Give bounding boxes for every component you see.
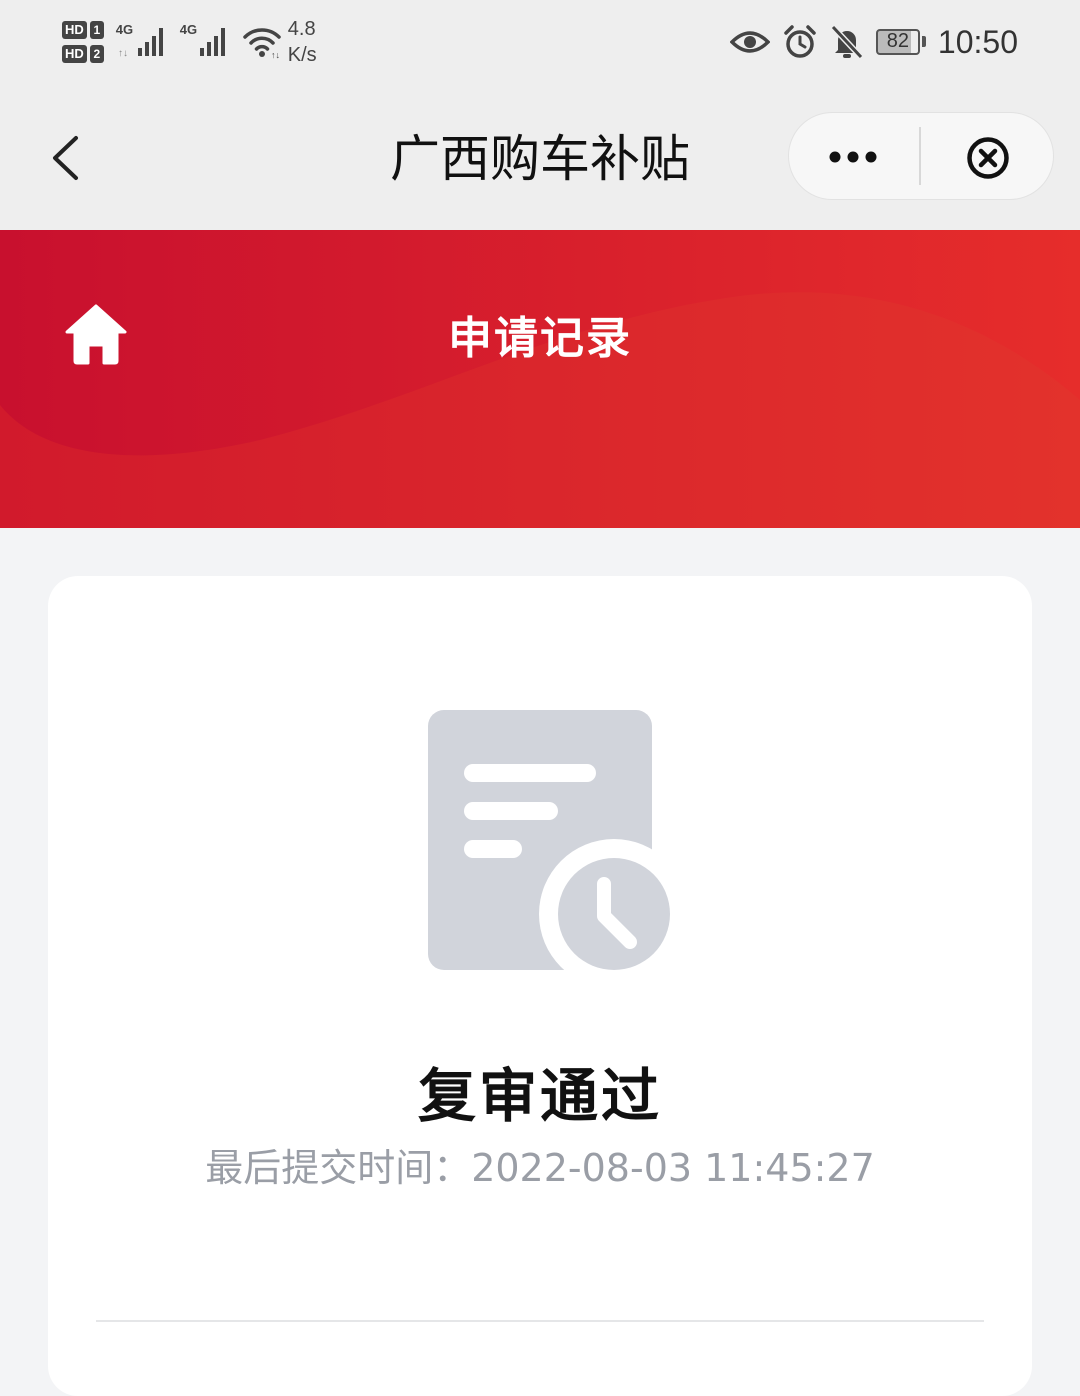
wifi-icon: ↑↓ xyxy=(243,28,281,59)
signal-2: 4G xyxy=(180,22,232,62)
submit-time-value: 2022-08-03 11:45:27 xyxy=(471,1146,875,1190)
mute-bell-icon xyxy=(830,24,864,60)
signal-1: 4G ↑↓ xyxy=(116,22,168,62)
hd2-label: HD xyxy=(62,45,87,63)
sim1-badge: HD 1 xyxy=(62,21,104,39)
alarm-icon xyxy=(784,25,816,58)
submit-time-label: 最后提交时间： xyxy=(205,1146,472,1190)
status-time: 10:50 xyxy=(937,23,1018,60)
signal-bars-2-icon xyxy=(199,28,225,56)
battery-indicator: 82 xyxy=(875,29,926,55)
record-card: 复审通过 最后提交时间：2022-08-03 11:45:27 xyxy=(48,576,1032,1396)
header-wave-background xyxy=(0,230,1080,528)
svg-text:↑↓: ↑↓ xyxy=(118,48,128,59)
network-speed: 4.8 K/s xyxy=(288,16,317,68)
signal-bars-1-icon: ↑↓ xyxy=(118,28,163,59)
speed-value: 4.8 xyxy=(287,18,316,40)
last-submit-time: 最后提交时间：2022-08-03 11:45:27 xyxy=(48,1142,1032,1194)
more-options-icon[interactable] xyxy=(827,139,879,175)
card-divider xyxy=(96,1320,984,1322)
hd1-label: HD xyxy=(62,21,87,39)
sim2-badge: HD 2 xyxy=(62,45,104,63)
close-miniprogram-icon[interactable] xyxy=(965,135,1011,181)
sim-indicators: HD 1 HD 2 xyxy=(62,21,104,63)
nav-bar: 广西购车补贴 xyxy=(0,90,1080,230)
status-right: 82 10:50 xyxy=(729,20,1018,64)
review-status: 复审通过 xyxy=(417,1062,662,1130)
status-left: HD 1 HD 2 4G ↑↓ 4G ↑↓ 4.8 K/s xyxy=(62,12,317,72)
status-bar: HD 1 HD 2 4G ↑↓ 4G ↑↓ 4.8 K/s 82 10:50 xyxy=(0,0,1080,90)
document-pending-icon xyxy=(428,710,674,976)
sim1-slot: 1 xyxy=(89,21,104,39)
records-header: 申请记录 xyxy=(0,230,1080,528)
svg-text:↑↓: ↑↓ xyxy=(271,50,280,59)
miniprogram-capsule xyxy=(788,112,1054,200)
eye-icon xyxy=(729,31,770,53)
speed-unit: K/s xyxy=(287,44,317,66)
sim2-slot: 2 xyxy=(89,45,104,63)
capsule-divider xyxy=(919,127,921,185)
records-title: 申请记录 xyxy=(448,313,632,364)
